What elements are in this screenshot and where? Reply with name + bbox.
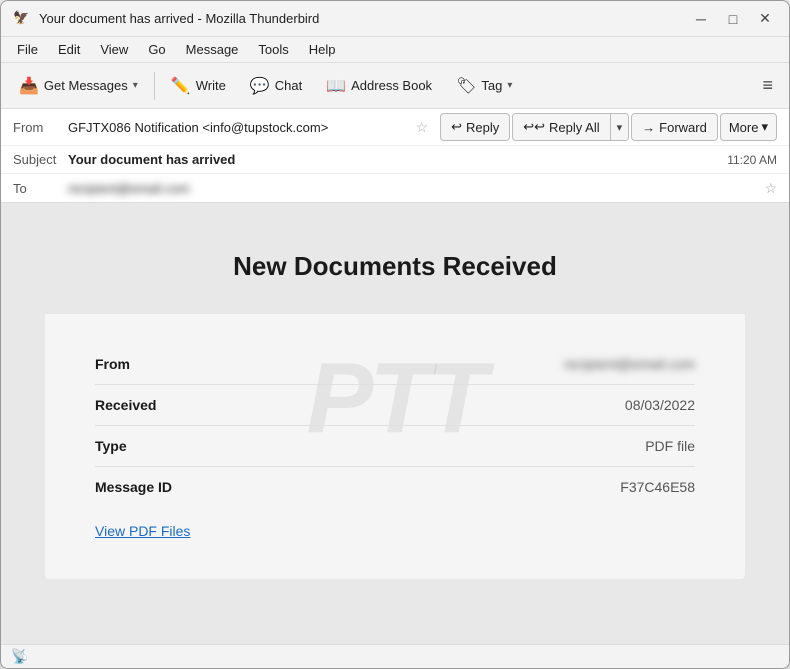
get-messages-icon: 📥 [19,76,39,96]
view-pdf-link[interactable]: View PDF Files [95,523,190,539]
more-label: More [729,120,759,135]
field-row-from: From recipient@email.com [95,344,695,385]
forward-button[interactable]: → Forward [631,113,718,141]
reply-all-label: Reply All [549,120,600,135]
maximize-button[interactable]: □ [721,7,745,31]
status-bar: 📡 [1,644,789,668]
forward-label: Forward [659,120,707,135]
menu-tools[interactable]: Tools [250,40,296,59]
field-value-received: 08/03/2022 [335,385,695,426]
toolbar-separator-1 [154,72,155,100]
get-messages-button[interactable]: 📥 Get Messages ▾ [9,71,148,101]
to-star-icon[interactable]: ☆ [764,180,777,197]
to-row: To recipient@email.com ☆ [1,174,789,202]
field-label-from: From [95,344,335,385]
message-body: PTT New Documents Received From recipien… [1,203,789,644]
address-book-label: Address Book [351,78,432,93]
to-value: recipient@email.com [68,181,760,196]
email-title: New Documents Received [85,251,705,282]
from-label: From [13,120,68,135]
to-label: To [13,181,68,196]
menu-message[interactable]: Message [178,40,247,59]
field-label-type: Type [95,426,335,467]
email-fields-table: From recipient@email.com Received 08/03/… [95,344,695,507]
from-value: GFJTX086 Notification <info@tupstock.com… [68,120,412,135]
email-card: PTT New Documents Received From recipien… [45,219,745,579]
menu-view[interactable]: View [92,40,136,59]
reply-button[interactable]: ↩ Reply [440,113,510,141]
email-header: New Documents Received [45,219,745,314]
get-messages-label: Get Messages [44,78,128,93]
field-value-from: recipient@email.com [335,344,695,385]
more-arrow-icon: ▾ [761,119,768,135]
message-header: From GFJTX086 Notification <info@tupstoc… [1,109,789,203]
reply-all-split-button: ↩↩ Reply All ▾ [512,113,629,141]
tag-icon: 🏷 [456,76,476,96]
reply-icon: ↩ [451,119,462,135]
write-icon: ✏️ [171,76,191,96]
chat-label: Chat [275,78,302,93]
field-label-received: Received [95,385,335,426]
from-row: From GFJTX086 Notification <info@tupstoc… [1,109,789,146]
tag-label: Tag [481,78,502,93]
app-icon: 🦅 [13,10,31,28]
window-title: Your document has arrived - Mozilla Thun… [39,11,689,26]
subject-label: Subject [13,152,68,167]
minimize-button[interactable]: ─ [689,7,713,31]
menu-help[interactable]: Help [301,40,344,59]
tag-button[interactable]: 🏷 Tag ▾ [446,71,522,101]
chat-button[interactable]: 💬 Chat [240,71,312,101]
from-star-icon[interactable]: ☆ [416,119,429,136]
chat-icon: 💬 [250,76,270,96]
menu-file[interactable]: File [9,40,46,59]
status-icon: 📡 [11,648,28,665]
menu-edit[interactable]: Edit [50,40,88,59]
reply-all-dropdown-button[interactable]: ▾ [611,114,629,140]
field-row-message-id: Message ID F37C46E58 [95,467,695,508]
more-button[interactable]: More ▾ [720,113,777,141]
field-row-type: Type PDF file [95,426,695,467]
subject-row: Subject Your document has arrived 11:20 … [1,146,789,174]
field-label-message-id: Message ID [95,467,335,508]
field-row-received: Received 08/03/2022 [95,385,695,426]
reply-all-icon: ↩↩ [523,119,545,135]
window-controls: ─ □ ✕ [689,7,777,31]
write-label: Write [196,78,226,93]
menu-go[interactable]: Go [140,40,173,59]
subject-value: Your document has arrived [68,152,727,167]
action-bar: ↩ Reply ↩↩ Reply All ▾ → Forward More ▾ [440,113,777,141]
field-value-message-id: F37C46E58 [335,467,695,508]
tag-dropdown-icon[interactable]: ▾ [507,80,512,91]
title-bar: 🦅 Your document has arrived - Mozilla Th… [1,1,789,37]
reply-all-button[interactable]: ↩↩ Reply All [513,114,610,140]
get-messages-dropdown-icon[interactable]: ▾ [133,80,138,91]
address-book-icon: 📖 [326,76,346,96]
email-body-section: From recipient@email.com Received 08/03/… [45,314,745,579]
close-button[interactable]: ✕ [753,7,777,31]
field-value-type: PDF file [335,426,695,467]
toolbar: 📥 Get Messages ▾ ✏️ Write 💬 Chat 📖 Addre… [1,63,789,109]
address-book-button[interactable]: 📖 Address Book [316,71,442,101]
reply-label: Reply [466,120,499,135]
hamburger-menu-button[interactable]: ≡ [754,70,781,101]
forward-icon: → [642,120,655,135]
write-button[interactable]: ✏️ Write [161,71,236,101]
main-window: 🦅 Your document has arrived - Mozilla Th… [0,0,790,669]
menu-bar: File Edit View Go Message Tools Help [1,37,789,63]
message-time: 11:20 AM [727,153,777,167]
